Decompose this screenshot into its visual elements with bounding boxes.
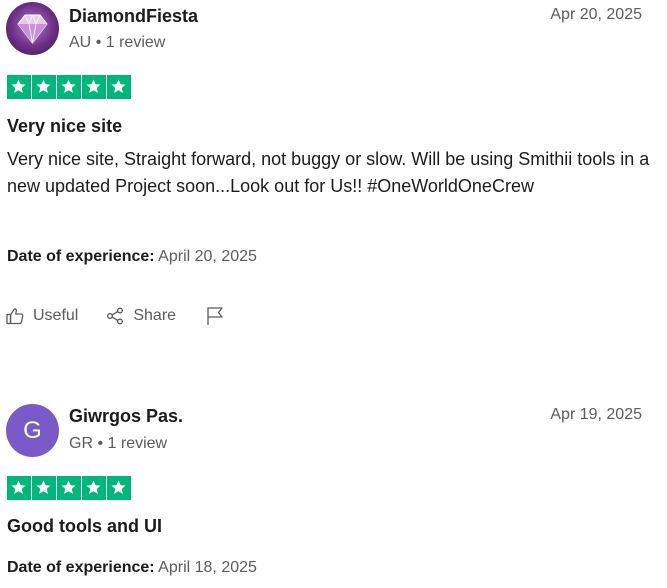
reviewer-country: AU [69, 34, 92, 51]
meta-separator: • [95, 34, 102, 51]
star-icon [32, 476, 56, 500]
useful-button[interactable]: Useful [6, 307, 78, 325]
date-of-experience: Date of experience: April 20, 2025 [7, 248, 257, 266]
star-icon [7, 476, 31, 500]
diamond-icon [17, 14, 48, 44]
star-icon [107, 476, 131, 500]
star-icon [107, 75, 131, 99]
review-date: Apr 19, 2025 [550, 406, 642, 423]
reviewer-review-count: 1 review [107, 435, 168, 452]
reviewer-name[interactable]: DiamondFiesta [69, 6, 198, 27]
experience-date: April 20, 2025 [158, 248, 257, 265]
review-title[interactable]: Very nice site [7, 116, 122, 137]
star-rating [7, 75, 131, 99]
useful-label: Useful [33, 307, 79, 324]
reviewer-country: GR [69, 435, 93, 452]
experience-label: Date of experience: [7, 248, 155, 265]
report-button[interactable] [206, 306, 224, 326]
star-rating [7, 476, 131, 500]
reviewer-meta: GR • 1 review [69, 435, 167, 453]
star-icon [57, 75, 81, 99]
reviewer-avatar[interactable] [6, 2, 59, 55]
flag-icon [207, 307, 223, 325]
reviewer-avatar[interactable]: G [6, 404, 59, 457]
experience-date: April 18, 2025 [158, 559, 257, 576]
star-icon [82, 75, 106, 99]
share-label: Share [133, 307, 177, 324]
review-title[interactable]: Good tools and UI [7, 516, 162, 537]
review-actions: Useful Share [6, 306, 224, 326]
review-date: Apr 20, 2025 [550, 6, 642, 23]
reviewer-review-count: 1 review [105, 34, 166, 51]
share-button[interactable]: Share [106, 307, 176, 325]
reviewer-name[interactable]: Giwrgos Pas. [69, 406, 183, 427]
experience-label: Date of experience: [7, 559, 155, 576]
star-icon [82, 476, 106, 500]
thumbs-up-icon [6, 308, 24, 325]
date-of-experience: Date of experience: April 18, 2025 [7, 559, 257, 577]
star-icon [7, 75, 31, 99]
share-icon [107, 307, 124, 325]
review-body: Very nice site, Straight forward, not bu… [7, 149, 650, 196]
star-icon [57, 476, 81, 500]
star-icon [32, 75, 56, 99]
meta-separator: • [97, 435, 104, 452]
reviewer-meta: AU • 1 review [69, 34, 165, 52]
